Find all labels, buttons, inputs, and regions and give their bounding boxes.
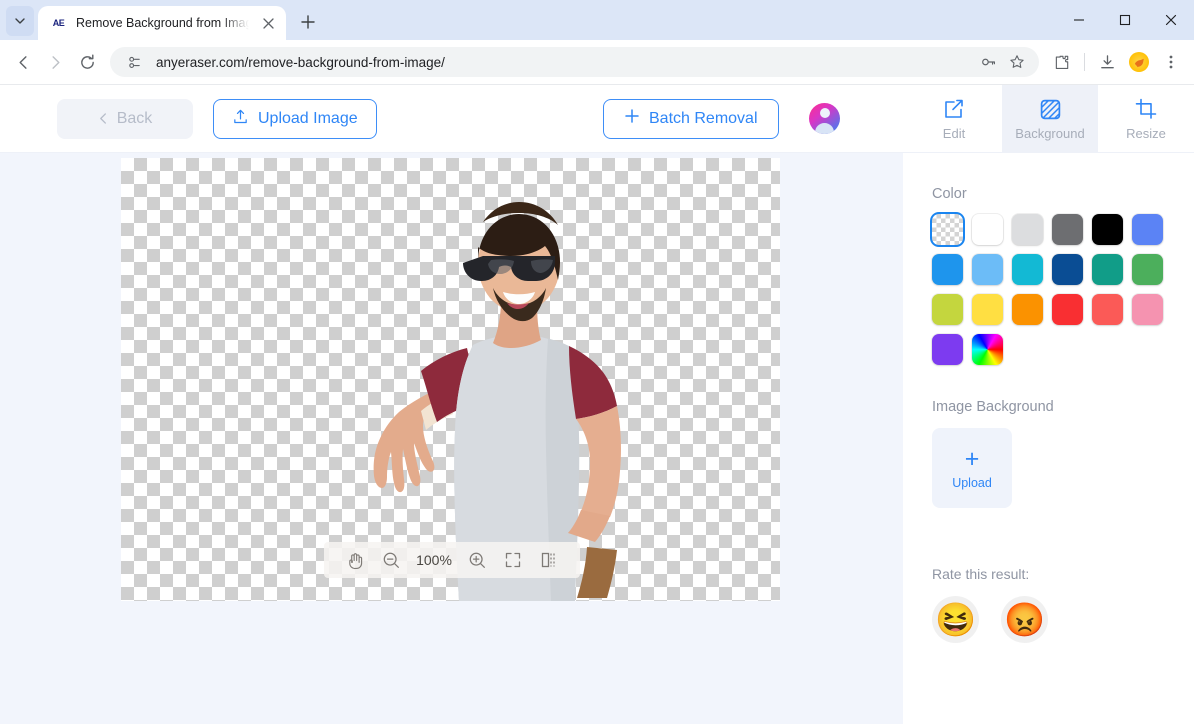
- image-background-upload-button[interactable]: + Upload: [932, 428, 1012, 508]
- avatar[interactable]: [809, 103, 840, 134]
- rate-angry-button[interactable]: 😡: [1001, 596, 1048, 643]
- swatch-sky-blue[interactable]: [972, 254, 1003, 285]
- swatch-coral[interactable]: [1092, 294, 1123, 325]
- rate-result-label: Rate this result:: [932, 566, 1030, 582]
- app-body: 100% Download Download: [0, 153, 1194, 724]
- zoom-level: 100%: [416, 552, 452, 568]
- maximize-icon[interactable]: [1102, 0, 1148, 40]
- upload-image-label: Upload Image: [258, 109, 358, 127]
- more-menu-icon[interactable]: [1156, 47, 1186, 77]
- plus-icon: +: [964, 444, 980, 473]
- crop-icon: [1135, 97, 1157, 121]
- key-icon[interactable]: [977, 50, 1001, 74]
- swatch-navy[interactable]: [1052, 254, 1083, 285]
- swatch-transparent[interactable]: [932, 214, 963, 245]
- tab-edit[interactable]: Edit: [906, 85, 1002, 153]
- minimize-icon[interactable]: [1056, 0, 1102, 40]
- swatch-gray[interactable]: [1052, 214, 1083, 245]
- batch-removal-button[interactable]: Batch Removal: [603, 98, 779, 139]
- background-hatch-icon: [1039, 97, 1062, 121]
- swatch-white[interactable]: [972, 214, 1003, 245]
- back-arrow-icon[interactable]: [8, 47, 38, 77]
- web-app: Back Upload Image Batch Removal Edit Bac…: [0, 85, 1194, 724]
- swatch-custom-color-picker[interactable]: [972, 334, 1003, 365]
- back-button[interactable]: Back: [57, 98, 193, 139]
- compare-split-icon[interactable]: [534, 545, 564, 575]
- tab-background[interactable]: Background: [1002, 85, 1098, 153]
- hand-tool-icon[interactable]: [340, 545, 370, 575]
- zoom-out-icon[interactable]: [376, 545, 406, 575]
- forward-arrow-icon[interactable]: [40, 47, 70, 77]
- swatch-blue[interactable]: [932, 254, 963, 285]
- swatch-yellow[interactable]: [972, 294, 1003, 325]
- browser-tab[interactable]: AE Remove Background from Imag: [38, 6, 286, 40]
- swatch-royal-blue[interactable]: [1132, 214, 1163, 245]
- app-toolbar: Back Upload Image Batch Removal Edit Bac…: [0, 85, 1194, 153]
- rating-buttons: 😆 😡: [932, 596, 1194, 643]
- download-icon[interactable]: [1092, 47, 1122, 77]
- swatch-green[interactable]: [1132, 254, 1163, 285]
- tab-search-chevron-icon[interactable]: [6, 6, 34, 36]
- site-favicon: AE: [52, 18, 65, 28]
- reload-icon[interactable]: [72, 47, 102, 77]
- swatch-teal[interactable]: [1092, 254, 1123, 285]
- address-bar[interactable]: anyeraser.com/remove-background-from-ima…: [110, 47, 1039, 77]
- omnibox-actions: [977, 50, 1029, 74]
- tab-resize[interactable]: Resize: [1098, 85, 1194, 153]
- swatch-lime[interactable]: [932, 294, 963, 325]
- extensions-icon[interactable]: [1047, 47, 1077, 77]
- mode-tabs: Edit Background Resize: [906, 85, 1194, 153]
- upload-image-button[interactable]: Upload Image: [213, 98, 377, 139]
- extension-badge-icon[interactable]: [1124, 47, 1154, 77]
- swatch-black[interactable]: [1092, 214, 1123, 245]
- edit-square-icon: [943, 97, 965, 121]
- toolbar-right-icons: [1047, 47, 1186, 77]
- plus-icon: [624, 108, 640, 129]
- toolbar-divider: [1084, 53, 1085, 71]
- swatch-light-gray[interactable]: [1012, 214, 1043, 245]
- tab-resize-label: Resize: [1126, 126, 1166, 141]
- back-button-label: Back: [116, 109, 153, 127]
- tab-title: Remove Background from Imag: [76, 16, 249, 30]
- subject-image: [373, 202, 621, 601]
- swatch-pink[interactable]: [1132, 294, 1163, 325]
- star-icon[interactable]: [1005, 50, 1029, 74]
- tab-background-label: Background: [1015, 126, 1085, 141]
- canvas-area: 100% Download Download: [0, 153, 903, 724]
- upload-label: Upload: [952, 475, 992, 490]
- tab-strip: AE Remove Background from Imag: [0, 0, 1194, 40]
- zoom-in-icon[interactable]: [462, 545, 492, 575]
- background-sidebar: Color Image Background + Upload Rate thi…: [903, 153, 1194, 724]
- fit-screen-icon[interactable]: [498, 545, 528, 575]
- url-text: anyeraser.com/remove-background-from-ima…: [156, 54, 445, 70]
- upload-icon: [232, 108, 249, 130]
- image-background-label: Image Background: [932, 399, 1054, 415]
- window-controls: [1056, 0, 1194, 40]
- batch-removal-label: Batch Removal: [649, 109, 758, 127]
- swatch-purple[interactable]: [932, 334, 963, 365]
- canvas-zoom-toolbar: 100%: [324, 542, 580, 578]
- close-window-icon[interactable]: [1148, 0, 1194, 40]
- color-section-label: Color: [932, 186, 967, 202]
- browser-toolbar: anyeraser.com/remove-background-from-ima…: [0, 40, 1194, 85]
- tab-edit-label: Edit: [942, 126, 966, 141]
- swatch-red[interactable]: [1052, 294, 1083, 325]
- swatch-orange[interactable]: [1012, 294, 1043, 325]
- new-tab-button[interactable]: [294, 8, 322, 36]
- site-permissions-icon[interactable]: [122, 50, 146, 74]
- rate-happy-button[interactable]: 😆: [932, 596, 979, 643]
- browser-window: AE Remove Background from Imag anyeraser…: [0, 0, 1194, 724]
- swatch-cyan[interactable]: [1012, 254, 1043, 285]
- close-icon[interactable]: [258, 13, 278, 33]
- color-swatch-grid: [932, 214, 1164, 365]
- image-canvas[interactable]: 100%: [121, 158, 780, 601]
